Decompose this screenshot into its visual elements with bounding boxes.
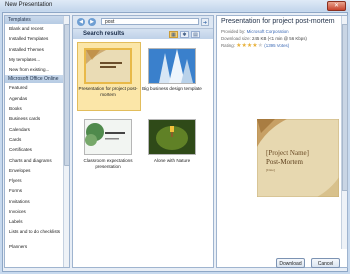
view-list-button[interactable]: ▤: [191, 31, 200, 38]
sidebar-item-charts-and-diagrams[interactable]: Charts and diagrams: [5, 156, 69, 166]
rating-row: Rating: ★★★★★ (1395 Votes): [221, 42, 289, 49]
sidebar-item-invoices[interactable]: Invoices: [5, 207, 69, 217]
sidebar-scroll-thumb[interactable]: [64, 24, 69, 166]
nature-thumbnail-art: [149, 120, 195, 154]
sidebar-item-my-templates[interactable]: My templates...: [5, 55, 69, 65]
forward-button[interactable]: ▶: [88, 18, 96, 26]
sidebar-item-invitations[interactable]: Invitations: [5, 197, 69, 207]
template-caption-post-mortem[interactable]: Presentation for project post-mortem: [77, 86, 139, 97]
templates-sidebar: Templates Blank and recent Installed Tem…: [4, 15, 70, 268]
preview-scrollbar[interactable]: [341, 16, 348, 249]
template-caption-alone-with-nature[interactable]: Alone with Nature: [141, 158, 203, 164]
sidebar-item-new-from-existing[interactable]: New from existing...: [5, 65, 69, 75]
download-button[interactable]: Download: [276, 258, 305, 268]
template-thumbnail-classroom[interactable]: [84, 119, 132, 155]
sidebar-item-certificates[interactable]: Certificates: [5, 145, 69, 155]
go-arrow-icon: ➜: [202, 20, 208, 26]
view-sort-button[interactable]: ✱: [180, 31, 189, 38]
sidebar-scrollbar[interactable]: [63, 16, 69, 267]
sidebar-header: Templates: [5, 16, 69, 24]
provided-by-label: Provided by:: [221, 29, 246, 34]
classroom-thumbnail-art: [85, 120, 131, 154]
preview-post-mortem: Post-Mortem: [266, 158, 304, 166]
sidebar-item-cards[interactable]: Cards: [5, 135, 69, 145]
template-caption-big-business[interactable]: Big business design template: [141, 86, 203, 92]
preview-image: [Project Name] Post-Mortem [Date]: [256, 118, 340, 198]
search-bar: ◀ ▶ post ➜: [73, 16, 213, 29]
window-title: New Presentation: [5, 2, 53, 8]
preview-title: Presentation for project post-mortem: [221, 18, 335, 25]
search-input[interactable]: post: [101, 18, 199, 25]
rating-votes: (1395 Votes): [264, 43, 290, 48]
results-title: Search results: [83, 31, 125, 37]
back-button[interactable]: ◀: [77, 18, 85, 26]
download-size-row: Download size: 245 KB (<1 min @ 56 Kbps): [221, 36, 307, 41]
sidebar-item-installed-themes[interactable]: Installed Themes: [5, 45, 69, 55]
sidebar-item-installed-templates[interactable]: Installed Templates: [5, 34, 69, 44]
post-mortem-preview-art: [Project Name] Post-Mortem [Date]: [256, 118, 340, 198]
sidebar-section-header: Microsoft Office Online: [5, 75, 69, 84]
forward-arrow-icon: ▶: [90, 19, 94, 25]
template-caption-classroom[interactable]: Classroom expectations presentation: [77, 158, 139, 169]
preview-pane: Presentation for project post-mortem Pro…: [216, 15, 348, 268]
view-thumbnails-button[interactable]: ▦: [169, 31, 178, 38]
sidebar-item-flyers[interactable]: Flyers: [5, 176, 69, 186]
provider-link[interactable]: Microsoft Corporation: [247, 29, 289, 34]
sidebar-item-featured[interactable]: Featured: [5, 83, 69, 93]
search-go-button[interactable]: ➜: [201, 18, 209, 26]
sidebar-item-envelopes[interactable]: Envelopes: [5, 166, 69, 176]
sidebar-item-labels[interactable]: Labels: [5, 217, 69, 227]
big-business-thumbnail-art: [149, 49, 195, 83]
title-bar: New Presentation ✕: [0, 0, 350, 11]
provided-by-row: Provided by: Microsoft Corporation: [221, 29, 289, 34]
sidebar-item-blank-and-recent[interactable]: Blank and recent: [5, 24, 69, 34]
results-header: Search results ▦ ✱ ▤: [73, 29, 213, 39]
results-pane: ◀ ▶ post ➜ Search results ▦ ✱ ▤ Presenta…: [72, 15, 214, 268]
sidebar-item-forms[interactable]: Forms: [5, 186, 69, 196]
new-presentation-dialog: New Presentation ✕ Templates Blank and r…: [0, 0, 350, 274]
close-button[interactable]: ✕: [327, 1, 346, 11]
cancel-button[interactable]: Cancel: [311, 258, 340, 268]
sidebar-item-planners[interactable]: Planners: [5, 242, 69, 252]
template-thumbnail-post-mortem[interactable]: [84, 48, 132, 84]
sidebar-item-lists-and-checklists[interactable]: Lists and to do checklists: [5, 228, 69, 242]
preview-project-name: [Project Name]: [266, 149, 309, 157]
download-size-label: Download size:: [221, 36, 251, 41]
sidebar-item-books[interactable]: Books: [5, 104, 69, 114]
back-arrow-icon: ◀: [79, 19, 83, 25]
rating-stars[interactable]: ★★★★★: [236, 43, 263, 49]
post-mortem-thumbnail-art: [86, 50, 130, 82]
close-icon: ✕: [333, 3, 340, 9]
rating-label: Rating:: [221, 43, 235, 48]
template-thumbnail-alone-with-nature[interactable]: [148, 119, 196, 155]
preview-date: [Date]: [266, 168, 275, 172]
sidebar-item-agendas[interactable]: Agendas: [5, 94, 69, 104]
template-thumbnail-big-business[interactable]: [148, 48, 196, 84]
download-size-value: 245 KB (<1 min @ 56 Kbps): [252, 36, 307, 41]
sidebar-item-business-cards[interactable]: Business cards: [5, 114, 69, 124]
preview-scroll-thumb[interactable]: [342, 24, 348, 191]
sidebar-item-calendars[interactable]: Calendars: [5, 125, 69, 135]
